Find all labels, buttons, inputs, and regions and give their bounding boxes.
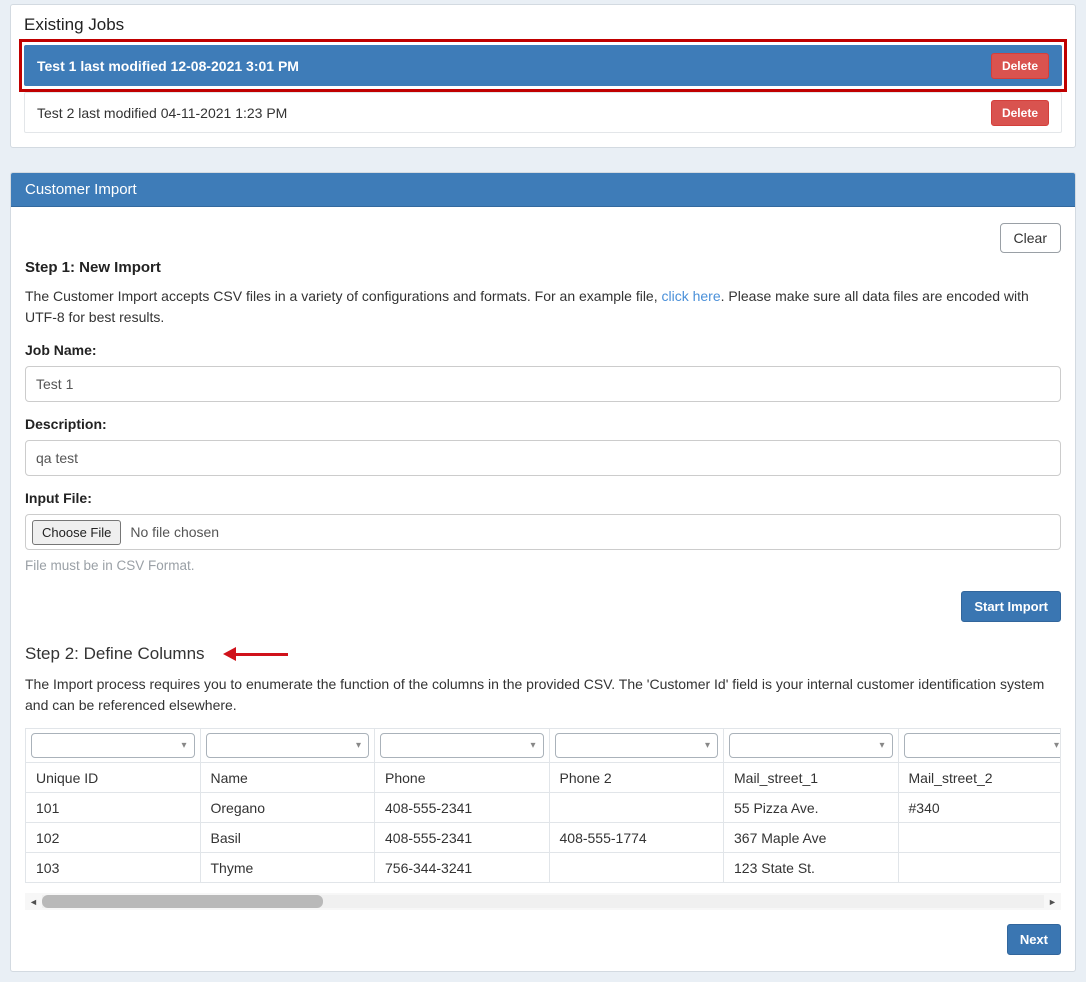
- scroll-left-icon[interactable]: ◄: [25, 893, 42, 910]
- annotation-arrow: [223, 647, 288, 661]
- column-select[interactable]: ▾: [31, 733, 195, 758]
- job-row-test2[interactable]: Test 2 last modified 04-11-2021 1:23 PM …: [24, 92, 1062, 133]
- table-cell: Basil: [200, 823, 375, 853]
- column-select[interactable]: ▾: [729, 733, 893, 758]
- arrow-shaft: [236, 653, 288, 656]
- panel-title: Customer Import: [11, 173, 1075, 207]
- arrow-head-icon: [223, 647, 236, 661]
- input-file-label: Input File:: [25, 490, 1061, 506]
- table-header-cell: Mail_street_1: [724, 763, 899, 793]
- table-row: 101 Oregano 408-555-2341 55 Pizza Ave. #…: [26, 793, 1062, 823]
- file-input[interactable]: Choose File No file chosen: [25, 514, 1061, 550]
- table-cell: Oregano: [200, 793, 375, 823]
- table-cell: [898, 823, 1061, 853]
- column-select-row: ▾ ▾ ▾ ▾ ▾ ▾: [26, 729, 1062, 763]
- chevron-down-icon: ▾: [705, 741, 710, 751]
- description-label: Description:: [25, 416, 1061, 432]
- table-cell: Thyme: [200, 853, 375, 883]
- step2-description: The Import process requires you to enume…: [25, 674, 1061, 716]
- column-select[interactable]: ▾: [904, 733, 1062, 758]
- jobs-list: Test 1 last modified 12-08-2021 3:01 PM …: [24, 45, 1062, 133]
- csv-preview-table-wrap: ▾ ▾ ▾ ▾ ▾ ▾ Unique ID Name Phone Phone 2…: [25, 728, 1061, 883]
- delete-button[interactable]: Delete: [991, 53, 1049, 79]
- horizontal-scrollbar[interactable]: ◄ ►: [25, 893, 1061, 910]
- job-row-test1[interactable]: Test 1 last modified 12-08-2021 3:01 PM …: [24, 45, 1062, 86]
- table-cell: [549, 853, 724, 883]
- step1-description: The Customer Import accepts CSV files in…: [25, 286, 1061, 328]
- job-label: Test 2 last modified 04-11-2021 1:23 PM: [37, 105, 287, 121]
- choose-file-button[interactable]: Choose File: [32, 520, 121, 545]
- column-select[interactable]: ▾: [206, 733, 370, 758]
- panel-body: Clear Step 1: New Import The Customer Im…: [11, 207, 1075, 971]
- table-cell: 408-555-2341: [375, 823, 550, 853]
- customer-import-panel: Customer Import Clear Step 1: New Import…: [10, 172, 1076, 972]
- chevron-down-icon: ▾: [530, 741, 535, 751]
- intro-text-before: The Customer Import accepts CSV files in…: [25, 288, 662, 304]
- table-header-cell: Phone: [375, 763, 550, 793]
- next-button[interactable]: Next: [1007, 924, 1061, 955]
- table-header-row: Unique ID Name Phone Phone 2 Mail_street…: [26, 763, 1062, 793]
- table-cell: 103: [26, 853, 201, 883]
- scrollbar-thumb[interactable]: [42, 895, 323, 908]
- table-cell: 756-344-3241: [375, 853, 550, 883]
- table-cell: 123 State St.: [724, 853, 899, 883]
- chevron-down-icon: ▾: [181, 741, 186, 751]
- table-cell: 102: [26, 823, 201, 853]
- table-header-cell: Mail_street_2: [898, 763, 1061, 793]
- chevron-down-icon: ▾: [356, 741, 361, 751]
- table-header-cell: Phone 2: [549, 763, 724, 793]
- example-file-link[interactable]: click here: [662, 288, 721, 304]
- scrollbar-track[interactable]: [42, 895, 1044, 908]
- column-select[interactable]: ▾: [380, 733, 544, 758]
- table-cell: 408-555-2341: [375, 793, 550, 823]
- table-cell: 408-555-1774: [549, 823, 724, 853]
- job-name-input[interactable]: [25, 366, 1061, 402]
- table-cell: [898, 853, 1061, 883]
- job-label: Test 1 last modified 12-08-2021 3:01 PM: [37, 58, 299, 74]
- table-header-cell: Unique ID: [26, 763, 201, 793]
- column-select[interactable]: ▾: [555, 733, 719, 758]
- step2-heading: Step 2: Define Columns: [25, 644, 205, 664]
- delete-button[interactable]: Delete: [991, 100, 1049, 126]
- table-cell: 101: [26, 793, 201, 823]
- table-cell: 367 Maple Ave: [724, 823, 899, 853]
- table-cell: [549, 793, 724, 823]
- csv-preview-table: ▾ ▾ ▾ ▾ ▾ ▾ Unique ID Name Phone Phone 2…: [25, 728, 1061, 883]
- table-cell: #340: [898, 793, 1061, 823]
- chevron-down-icon: ▾: [1054, 741, 1059, 751]
- clear-button[interactable]: Clear: [1000, 223, 1061, 253]
- table-header-cell: Name: [200, 763, 375, 793]
- table-cell: 55 Pizza Ave.: [724, 793, 899, 823]
- table-row: 102 Basil 408-555-2341 408-555-1774 367 …: [26, 823, 1062, 853]
- existing-jobs-title: Existing Jobs: [24, 15, 1062, 35]
- table-row: 103 Thyme 756-344-3241 123 State St.: [26, 853, 1062, 883]
- existing-jobs-panel: Existing Jobs Test 1 last modified 12-08…: [10, 4, 1076, 148]
- csv-format-hint: File must be in CSV Format.: [25, 558, 1061, 573]
- scroll-right-icon[interactable]: ►: [1044, 893, 1061, 910]
- chevron-down-icon: ▾: [879, 741, 884, 751]
- step1-heading: Step 1: New Import: [25, 259, 1061, 276]
- description-input[interactable]: [25, 440, 1061, 476]
- page: Existing Jobs Test 1 last modified 12-08…: [0, 0, 1086, 982]
- job-name-label: Job Name:: [25, 342, 1061, 358]
- no-file-chosen-text: No file chosen: [130, 524, 219, 540]
- start-import-button[interactable]: Start Import: [961, 591, 1061, 622]
